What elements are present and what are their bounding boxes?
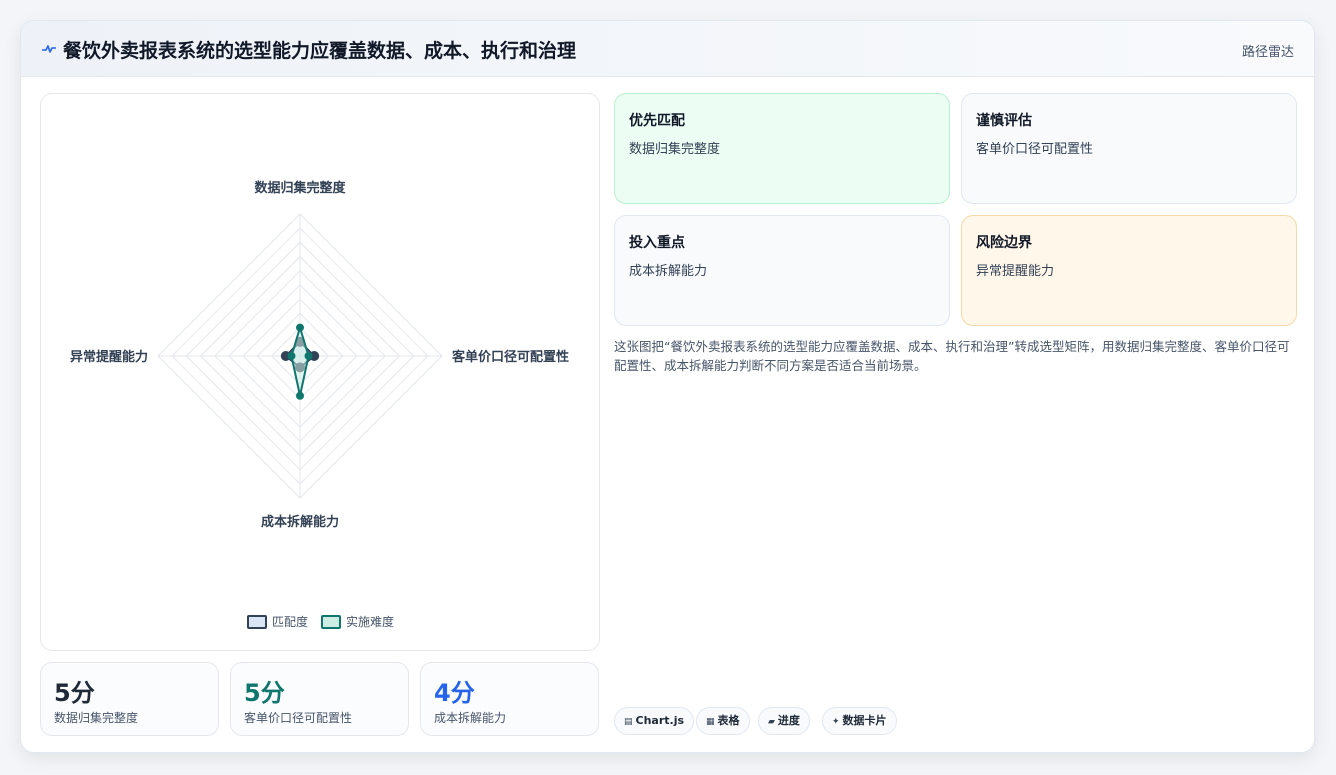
report-card: 餐饮外卖报表系统的选型能力应覆盖数据、成本、执行和治理 路径雷达 数据归集完整度… [20,20,1315,753]
tile-value: 数据归集完整度 [629,142,721,157]
pulse-icon [42,45,56,53]
tile-priority-match[interactable]: 优先匹配 数据归集完整度 [614,93,950,204]
stat-label: 成本拆解能力 [434,711,507,725]
tile-risk-boundary[interactable]: 风险边界 异常提醒能力 [961,215,1297,326]
tile-investment-focus[interactable]: 投入重点 成本拆解能力 [614,215,950,326]
tile-title: 风险边界 [976,235,1032,251]
radar-series-area [290,324,310,396]
legend-swatch [247,615,267,629]
progress-icon: ▰ [768,717,775,727]
radar-data-point [304,352,313,360]
radar-axis-label: 异常提醒能力 [70,349,148,365]
sparkle-icon: ✦ [832,717,840,727]
radar-data-point [296,391,304,400]
stat-value: 5分 [54,679,95,707]
radar-chart: 数据归集完整度客单价口径可配置性成本拆解能力 异常提醒能力匹配度 实施难度 [70,180,569,629]
legend-label: 实施难度 [346,614,394,629]
chip-label: Chart.js [635,714,685,727]
chip-label: 数据卡片 [842,714,887,727]
tile-title: 优先匹配 [629,113,685,129]
stat-value: 5分 [244,679,285,707]
page-title: 餐饮外卖报表系统的选型能力应覆盖数据、成本、执行和治理 [63,40,577,62]
radar-axis-label: 成本拆解能力 [261,514,339,530]
tile-careful-evaluation[interactable]: 谨慎评估 客单价口径可配置性 [961,93,1297,204]
stat-label: 客单价口径可配置性 [244,711,353,725]
tile-value: 异常提醒能力 [976,264,1055,279]
legend-swatch [321,615,341,629]
chip-table[interactable]: ▦ 表格 [696,707,750,735]
chip-label: 进度 [777,714,800,727]
chip-chartjs[interactable]: ▤ Chart.js [614,707,695,735]
legend-label: 匹配度 [272,614,308,629]
chip-data-card[interactable]: ✦ 数据卡片 [822,707,897,735]
tile-title: 谨慎评估 [976,113,1032,129]
chip-label: 表格 [717,714,740,727]
radar-chart-panel: 数据归集完整度客单价口径可配置性成本拆解能力 异常提醒能力匹配度 实施难度 [40,93,600,651]
tile-value: 成本拆解能力 [629,264,708,279]
stat-label: 数据归集完整度 [54,711,139,725]
stat-card-cost-breakdown: 4分 成本拆解能力 [420,662,599,736]
table-icon: ▦ [706,717,715,727]
radar-data-point [296,323,304,332]
chip-progress[interactable]: ▰ 进度 [758,707,810,735]
header-tag: 路径雷达 [1241,45,1294,60]
radar-axis-label: 客单价口径可配置性 [452,349,569,365]
stat-value: 4分 [434,679,475,707]
radar-axis-label: 数据归集完整度 [254,180,346,196]
radar-data-point [287,352,296,360]
chart-description: 这张图把“餐饮外卖报表系统的选型能力应覆盖数据、成本、执行和治理”转成选型矩阵，… [614,339,1290,373]
chart-icon: ▤ [624,717,633,727]
stat-card-unit-price: 5分 客单价口径可配置性 [230,662,409,736]
stat-card-data-completeness: 5分 数据归集完整度 [40,662,219,736]
tile-title: 投入重点 [629,235,685,251]
card-header: 餐饮外卖报表系统的选型能力应覆盖数据、成本、执行和治理 路径雷达 [21,21,1314,77]
tile-value: 客单价口径可配置性 [976,142,1094,157]
